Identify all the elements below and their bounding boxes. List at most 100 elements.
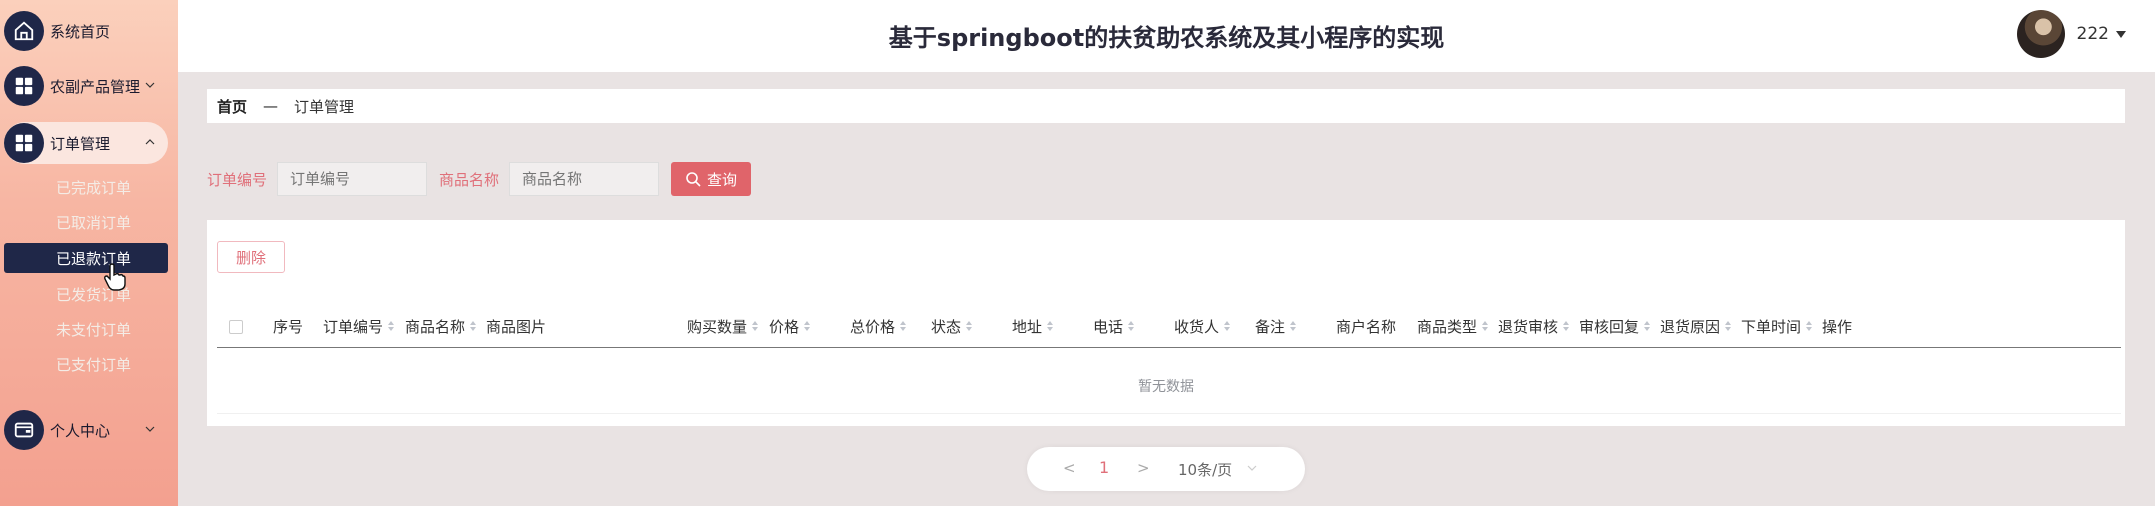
search-icon xyxy=(686,172,701,187)
column-header-label: 序号 xyxy=(273,317,304,336)
column-header-label: 购买数量 xyxy=(687,317,748,336)
column-header-label: 地址 xyxy=(1012,317,1043,336)
sidebar-item-home[interactable]: 系统首页 xyxy=(4,10,168,52)
sidebar-subitem-paid-orders[interactable]: 已支付订单 xyxy=(4,349,168,379)
column-header[interactable]: 总价格 xyxy=(850,316,907,336)
column-header[interactable]: 收货人 xyxy=(1174,316,1231,336)
column-header: 商品图片 xyxy=(486,316,546,336)
next-page-button[interactable]: > xyxy=(1137,459,1150,477)
column-header-label: 商品类型 xyxy=(1417,317,1478,336)
column-header-label: 商品名称 xyxy=(405,317,466,336)
wallet-icon xyxy=(4,410,44,450)
product-name-label: 商品名称 xyxy=(439,170,500,189)
sort-icon[interactable] xyxy=(1289,319,1297,333)
column-header[interactable]: 退货原因 xyxy=(1660,316,1732,336)
grid-icon xyxy=(4,66,44,106)
sort-icon[interactable] xyxy=(1046,319,1054,333)
breadcrumb: 首页 — 订单管理 xyxy=(207,89,2125,123)
sort-icon[interactable] xyxy=(803,319,811,333)
delete-button[interactable]: 删除 xyxy=(217,241,285,273)
breadcrumb-home[interactable]: 首页 xyxy=(217,96,247,117)
column-header-label: 商户名称 xyxy=(1336,317,1397,336)
select-all-checkbox[interactable] xyxy=(229,320,243,334)
user-menu[interactable]: 222 xyxy=(2016,10,2127,58)
column-header[interactable]: 商品类型 xyxy=(1417,316,1489,336)
sidebar-subitem-refunded-orders[interactable]: 已退款订单 xyxy=(4,243,168,273)
sort-icon[interactable] xyxy=(751,319,759,333)
sort-icon[interactable] xyxy=(387,319,395,333)
column-header-label: 审核回复 xyxy=(1579,317,1640,336)
order-no-input[interactable] xyxy=(277,162,428,196)
column-header[interactable]: 退货审核 xyxy=(1498,316,1570,336)
table-header: 序号 订单编号 商品名称 商品图片 购买数量 价格 总价格 状态 地址 电话 收货人 备注 商户名称 商品… xyxy=(217,304,2121,348)
sidebar: 系统首页 农副产品管理 订单管理 已完成订单 已取消订单 已退款订单 已发货订单… xyxy=(0,0,178,506)
sidebar-subitem-unpaid-orders[interactable]: 未支付订单 xyxy=(4,314,168,344)
sort-icon[interactable] xyxy=(1562,319,1570,333)
prev-page-button[interactable]: < xyxy=(1063,459,1076,477)
column-header: 操作 xyxy=(1822,316,1852,336)
query-button-label: 查询 xyxy=(707,170,738,189)
sidebar-subitem-cancelled-orders[interactable]: 已取消订单 xyxy=(4,207,168,237)
avatar[interactable] xyxy=(2016,10,2065,58)
column-header[interactable]: 电话 xyxy=(1093,316,1135,336)
query-button[interactable]: 查询 xyxy=(671,162,752,196)
sidebar-item-orders[interactable]: 订单管理 xyxy=(4,122,168,164)
top-header: 基于springboot的扶贫助农系统及其小程序的实现 222 xyxy=(178,0,2155,72)
sort-icon[interactable] xyxy=(1805,319,1813,333)
hand-cursor-icon xyxy=(104,263,126,291)
column-header-label: 下单时间 xyxy=(1741,317,1802,336)
page-size-select[interactable]: 10条/页 xyxy=(1178,459,1232,480)
chevron-down-icon xyxy=(145,82,155,88)
column-header-label: 电话 xyxy=(1093,317,1124,336)
orders-table-card: 删除 序号 订单编号 商品名称 商品图片 购买数量 价格 总价格 状态 地址 电话 收货人 备注 商户名… xyxy=(207,220,2125,426)
page-number[interactable]: 1 xyxy=(1099,458,1109,477)
sort-icon[interactable] xyxy=(469,319,477,333)
search-bar: 订单编号 商品名称 查询 xyxy=(207,162,752,196)
column-header-label: 操作 xyxy=(1822,317,1853,336)
column-header[interactable]: 价格 xyxy=(769,316,811,336)
column-header-label: 备注 xyxy=(1255,317,1286,336)
column-header[interactable]: 购买数量 xyxy=(687,316,759,336)
pagination: < 1 > 10条/页 xyxy=(1027,447,1305,491)
page-title: 基于springboot的扶贫助农系统及其小程序的实现 xyxy=(888,24,1445,52)
order-no-label: 订单编号 xyxy=(207,170,268,189)
column-header-label: 商品图片 xyxy=(486,317,547,336)
column-header: 商户名称 xyxy=(1336,316,1396,336)
sort-icon[interactable] xyxy=(1223,319,1231,333)
column-header: 序号 xyxy=(273,316,303,336)
sidebar-item-label: 个人中心 xyxy=(50,421,111,440)
chevron-up-icon xyxy=(145,139,155,145)
sidebar-item-label: 系统首页 xyxy=(50,22,111,41)
column-header[interactable]: 状态 xyxy=(931,316,973,336)
column-header-label: 订单编号 xyxy=(323,317,384,336)
column-header[interactable]: 订单编号 xyxy=(323,316,395,336)
sort-icon[interactable] xyxy=(1724,319,1732,333)
empty-state: 暂无数据 xyxy=(1138,379,1194,395)
caret-down-icon[interactable] xyxy=(2115,28,2127,40)
sort-icon[interactable] xyxy=(899,319,907,333)
product-name-input[interactable] xyxy=(509,162,660,196)
column-header-label: 状态 xyxy=(931,317,962,336)
chevron-down-icon xyxy=(145,426,155,432)
column-header[interactable]: 备注 xyxy=(1255,316,1297,336)
sort-icon[interactable] xyxy=(1643,319,1651,333)
column-header-label: 退货原因 xyxy=(1660,317,1721,336)
sidebar-subitem-completed-orders[interactable]: 已完成订单 xyxy=(4,172,168,202)
sort-icon[interactable] xyxy=(965,319,973,333)
sidebar-subitem-shipped-orders[interactable]: 已发货订单 xyxy=(4,279,168,309)
column-header[interactable]: 下单时间 xyxy=(1741,316,1813,336)
column-header-label: 价格 xyxy=(769,317,800,336)
sort-icon[interactable] xyxy=(1127,319,1135,333)
sidebar-item-products[interactable]: 农副产品管理 xyxy=(4,65,168,107)
sidebar-item-profile[interactable]: 个人中心 xyxy=(4,409,168,451)
sort-icon[interactable] xyxy=(1481,319,1489,333)
column-header-label: 总价格 xyxy=(850,317,896,336)
column-header[interactable]: 地址 xyxy=(1012,316,1054,336)
column-header[interactable]: 商品名称 xyxy=(405,316,477,336)
grid-icon xyxy=(4,123,44,163)
column-header[interactable]: 审核回复 xyxy=(1579,316,1651,336)
user-name: 222 xyxy=(2076,24,2109,44)
breadcrumb-current: 订单管理 xyxy=(294,97,355,116)
divider xyxy=(217,413,2121,414)
column-header-label: 退货审核 xyxy=(1498,317,1559,336)
